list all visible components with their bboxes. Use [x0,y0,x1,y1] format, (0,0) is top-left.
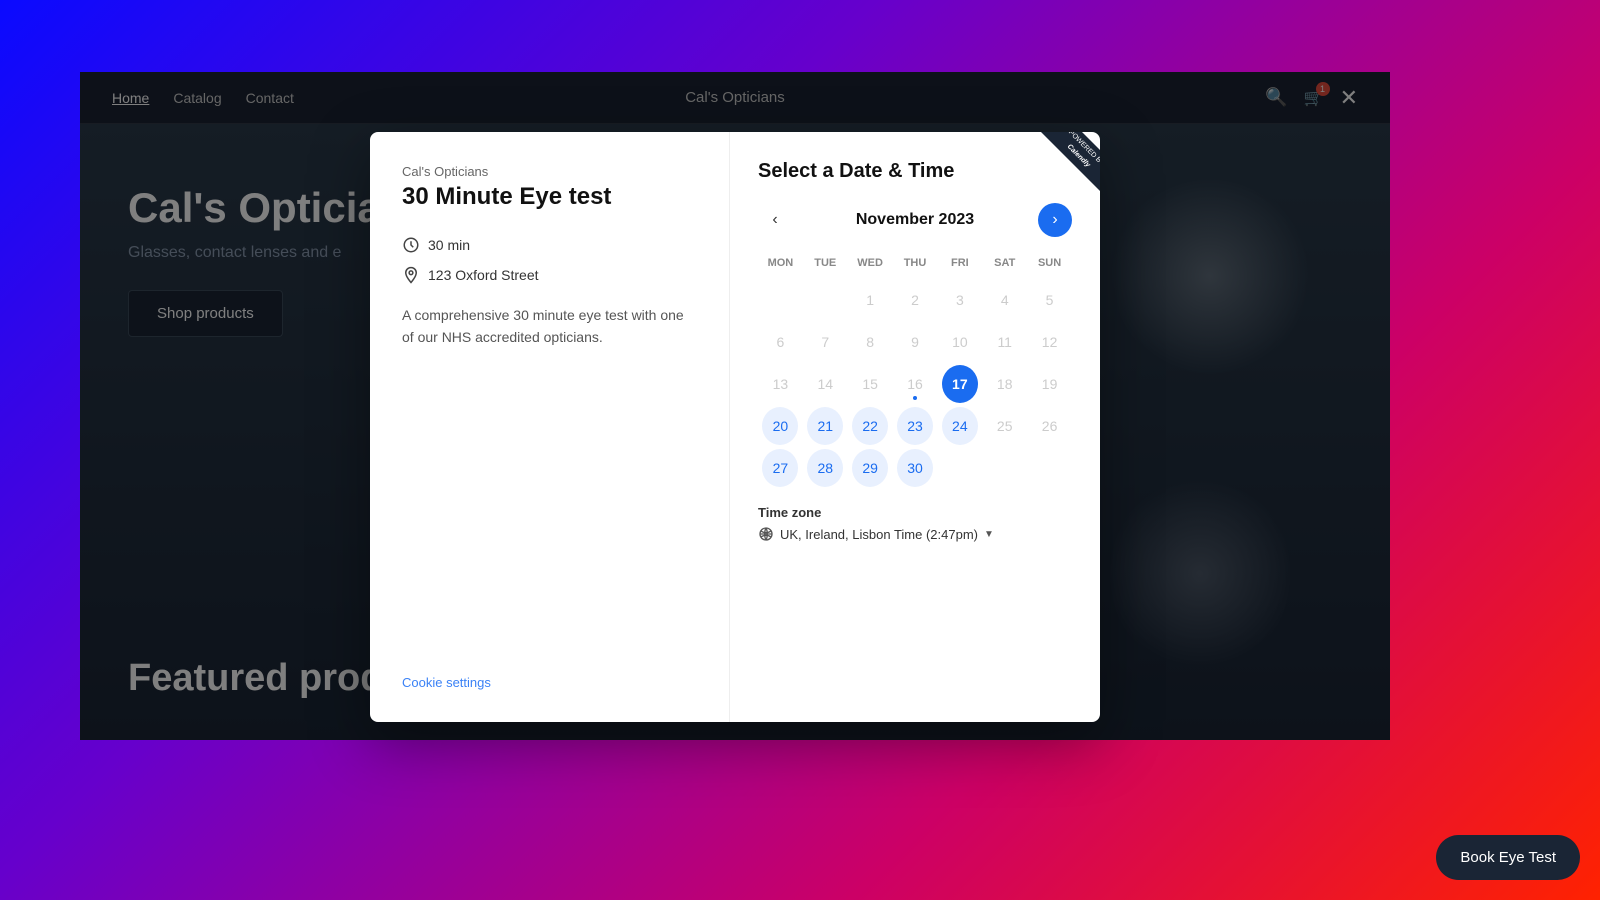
cal-day-7: 7 [803,323,848,361]
calendar-grid: MON TUE WED THU FRI SAT SUN 123456789101… [758,253,1072,487]
day-label-wed: WED [848,253,893,273]
cal-day-11: 11 [982,323,1027,361]
day-label-sat: SAT [982,253,1027,273]
modal-brand: Cal's Opticians [402,164,697,179]
cal-day-24[interactable]: 24 [942,407,978,445]
cal-day-6: 6 [758,323,803,361]
cal-day-10: 10 [937,323,982,361]
clock-icon [402,236,420,254]
date-time-title: Select a Date & Time [758,160,1072,183]
modal-left-panel: Cal's Opticians 30 Minute Eye test 30 mi… [370,132,730,722]
location-icon [402,266,420,284]
cal-day-14: 14 [803,365,848,403]
globe-icon [758,526,774,542]
cal-day-3: 3 [937,281,982,319]
address-detail: 123 Oxford Street [402,266,697,284]
cal-day-22[interactable]: 22 [852,407,888,445]
timezone-value[interactable]: UK, Ireland, Lisbon Time (2:47pm) ▼ [758,526,1072,542]
cal-day-26: 26 [1027,407,1072,445]
cal-empty-cell [758,281,803,319]
cal-day-5: 5 [1027,281,1072,319]
day-label-tue: TUE [803,253,848,273]
modal-right-panel: POWERED BY Calendly Select a Date & Time… [730,132,1100,722]
calendar-header: MON TUE WED THU FRI SAT SUN [758,253,1072,273]
cal-day-17: 17 [942,365,978,403]
cal-day-4: 4 [982,281,1027,319]
day-label-fri: FRI [937,253,982,273]
cal-empty-cell [803,281,848,319]
cal-day-23[interactable]: 23 [897,407,933,445]
cal-day-25: 25 [982,407,1027,445]
cal-trailing-empty [982,449,1027,487]
booking-modal: Cal's Opticians 30 Minute Eye test 30 mi… [370,132,1100,722]
calendar-nav: ‹ November 2023 › [758,203,1072,237]
timezone-label: Time zone [758,505,1072,520]
cal-day-28[interactable]: 28 [807,449,843,487]
book-eye-test-button[interactable]: Book Eye Test [1436,835,1580,880]
address-text: 123 Oxford Street [428,267,539,283]
cal-day-19: 19 [1027,365,1072,403]
cookie-settings-link[interactable]: Cookie settings [402,675,697,690]
cal-trailing-empty [937,449,982,487]
modal-description: A comprehensive 30 minute eye test with … [402,304,697,349]
cal-day-29[interactable]: 29 [852,449,888,487]
cal-trailing-empty [1027,449,1072,487]
calendar-month: November 2023 [856,211,974,229]
timezone-section: Time zone UK, Ireland, Lisbon Time (2:47… [758,505,1072,542]
next-month-button[interactable]: › [1038,203,1072,237]
timezone-text: UK, Ireland, Lisbon Time (2:47pm) [780,527,978,542]
cal-day-15: 15 [848,365,893,403]
cal-day-27[interactable]: 27 [762,449,798,487]
cal-day-13: 13 [758,365,803,403]
prev-month-button[interactable]: ‹ [758,203,792,237]
cal-day-12: 12 [1027,323,1072,361]
cal-day-18: 18 [982,365,1027,403]
calendly-badge: POWERED BY Calendly [1028,132,1100,204]
cal-day-1: 1 [848,281,893,319]
cal-day-8: 8 [848,323,893,361]
cal-day-30[interactable]: 30 [897,449,933,487]
day-label-mon: MON [758,253,803,273]
duration-detail: 30 min [402,236,697,254]
cal-day-21[interactable]: 21 [807,407,843,445]
cal-day-2: 2 [893,281,938,319]
cal-day-16: 16 [893,365,938,403]
cal-day-9: 9 [893,323,938,361]
duration-text: 30 min [428,237,470,253]
modal-title: 30 Minute Eye test [402,183,697,212]
day-label-sun: SUN [1027,253,1072,273]
timezone-dropdown-icon: ▼ [984,529,994,540]
cal-day-20[interactable]: 20 [762,407,798,445]
calendar-body: 1234567891011121314151617181920212223242… [758,281,1072,487]
day-label-thu: THU [893,253,938,273]
